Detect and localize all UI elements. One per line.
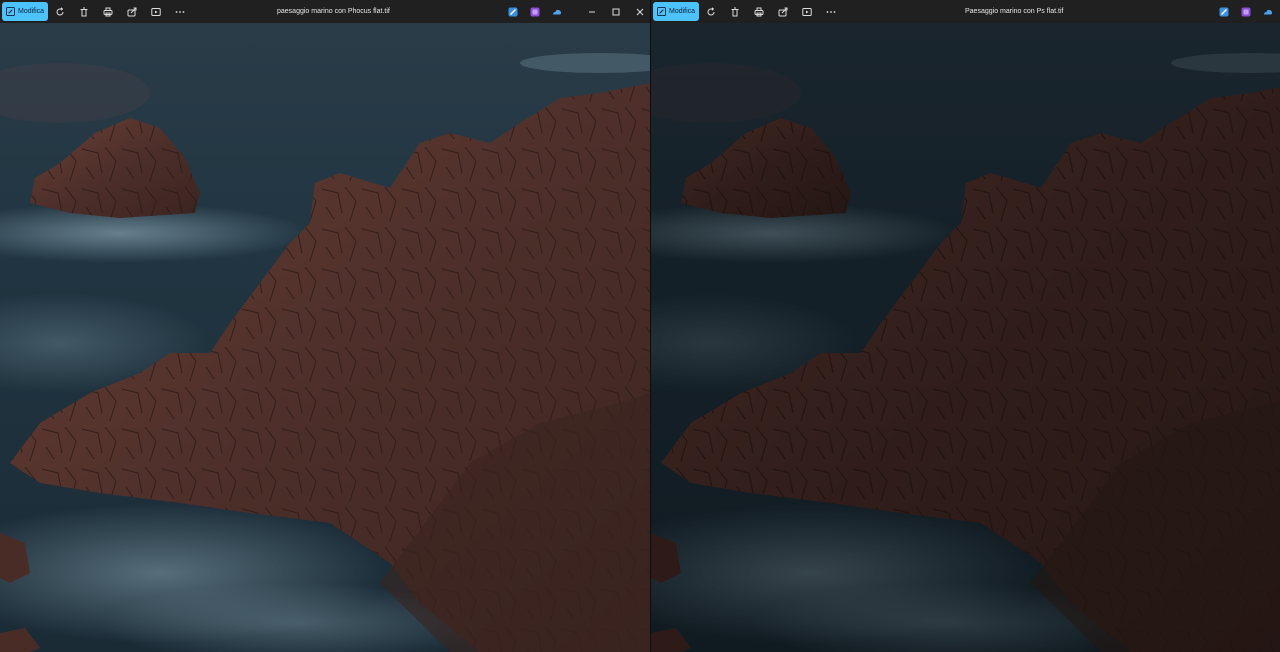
designer-button[interactable] <box>528 5 542 19</box>
maximize-button[interactable] <box>604 0 628 23</box>
clipchamp-button[interactable] <box>1217 5 1231 19</box>
print-button[interactable] <box>747 0 771 23</box>
clipchamp-button[interactable] <box>506 5 520 19</box>
onedrive-button[interactable] <box>550 5 564 19</box>
share-icon <box>778 7 788 16</box>
minimize-icon <box>589 11 595 12</box>
designer-button[interactable] <box>1239 5 1253 19</box>
edit-button[interactable]: Modifica <box>2 2 48 21</box>
delete-button[interactable] <box>723 0 747 23</box>
delete-button[interactable] <box>72 0 96 23</box>
print-icon <box>103 7 113 16</box>
edit-icon <box>657 7 666 16</box>
more-icon <box>826 10 836 13</box>
share-button[interactable] <box>120 0 144 23</box>
minimize-button[interactable] <box>580 0 604 23</box>
photo-canvas[interactable] <box>0 23 650 652</box>
onedrive-icon <box>1264 9 1272 14</box>
print-icon <box>754 7 764 16</box>
slideshow-button[interactable] <box>795 0 819 23</box>
app-shortcuts <box>506 0 564 23</box>
edit-label: Modifica <box>18 8 45 15</box>
share-icon <box>127 7 137 16</box>
close-button[interactable] <box>628 0 650 23</box>
maximize-icon <box>612 8 620 15</box>
rotate-icon <box>56 6 64 15</box>
edit-button[interactable]: Modifica <box>653 2 699 21</box>
window-title: paesaggio marino con Phocus flat.tif <box>277 8 390 15</box>
edit-icon <box>6 7 15 16</box>
close-icon <box>636 8 644 15</box>
photo-viewer-right: Modifica Paesaggio marino con Ps flat.ti… <box>650 0 1280 652</box>
window-title: Paesaggio marino con Ps flat.tif <box>965 8 1064 15</box>
designer-icon <box>1241 7 1251 16</box>
edit-label: Modifica <box>669 8 696 15</box>
onedrive-button[interactable] <box>1261 5 1275 19</box>
window-controls <box>580 0 650 23</box>
designer-icon <box>530 7 540 16</box>
clipchamp-icon <box>1219 7 1229 16</box>
app-shortcuts <box>1217 0 1275 23</box>
rotate-button[interactable] <box>699 0 723 23</box>
photo-viewer-left: Modifica paesaggio marino con Phocus fla… <box>0 0 650 652</box>
onedrive-icon <box>553 9 561 14</box>
delete-icon <box>80 7 88 16</box>
more-button[interactable] <box>168 0 192 23</box>
slideshow-icon <box>151 7 161 16</box>
rotate-icon <box>707 6 715 15</box>
share-button[interactable] <box>771 0 795 23</box>
rotate-button[interactable] <box>48 0 72 23</box>
slideshow-button[interactable] <box>144 0 168 23</box>
more-icon <box>175 10 185 13</box>
toolbar: Modifica Paesaggio marino con Ps flat.ti… <box>651 0 1280 23</box>
clipchamp-icon <box>508 7 518 16</box>
more-button[interactable] <box>819 0 843 23</box>
toolbar: Modifica paesaggio marino con Phocus fla… <box>0 0 650 23</box>
print-button[interactable] <box>96 0 120 23</box>
delete-icon <box>731 7 739 16</box>
photo-canvas[interactable] <box>651 23 1280 652</box>
slideshow-icon <box>802 7 812 16</box>
